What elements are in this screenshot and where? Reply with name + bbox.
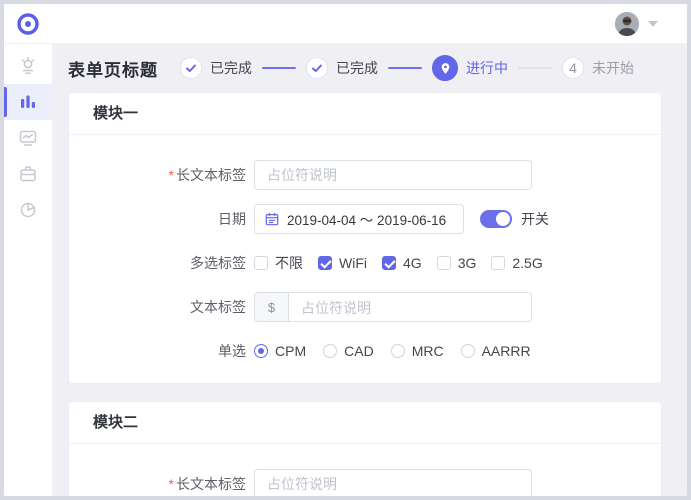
step-1-done: 已完成	[180, 57, 252, 79]
step-check-circle	[180, 57, 202, 79]
field-label: 多选标签	[93, 253, 246, 273]
sidebar-item-lamp[interactable]	[4, 48, 52, 84]
monitor-chart-icon	[18, 128, 38, 148]
card-body: *长文本标签 日期	[69, 135, 661, 383]
card-module-1: 模块一 *长文本标签 日期	[68, 92, 662, 384]
currency-input[interactable]	[289, 293, 531, 322]
field-label: *长文本标签	[93, 165, 246, 185]
step-connector	[518, 67, 552, 69]
step-label: 进行中	[466, 58, 508, 78]
sidebar-item-briefcase[interactable]	[4, 156, 52, 192]
check-icon	[311, 62, 323, 74]
app-body: 表单页标题 已完成 已完成	[4, 44, 687, 496]
checkbox-icon	[318, 256, 332, 270]
sidebar-item-bar-chart[interactable]	[4, 84, 52, 120]
long-text-input[interactable]	[254, 469, 532, 496]
calendar-icon	[265, 212, 279, 226]
form-row-text: 文本标签 $	[93, 292, 637, 322]
field-label: *长文本标签	[93, 474, 246, 494]
card-title: 模块二	[69, 402, 661, 444]
target-logo-icon	[15, 11, 41, 37]
step-pin-circle	[432, 55, 458, 81]
field-label: 日期	[93, 209, 246, 229]
checkbox-icon	[491, 256, 505, 270]
page-title: 表单页标题	[68, 56, 158, 81]
step-label: 已完成	[210, 58, 252, 78]
checkbox-3g[interactable]: 3G	[437, 255, 477, 271]
form-row-long-text: *长文本标签	[93, 160, 637, 190]
app-frame: 表单页标题 已完成 已完成	[0, 0, 691, 500]
sidebar-item-pie-chart[interactable]	[4, 192, 52, 228]
chevron-down-icon	[648, 21, 658, 27]
step-4-pending: 4 未开始	[562, 57, 634, 79]
radio-group: CPM CAD MRC	[254, 343, 548, 359]
field-label: 文本标签	[93, 297, 246, 317]
currency-input-group: $	[254, 292, 532, 322]
checkbox-4g[interactable]: 4G	[382, 255, 422, 271]
long-text-input[interactable]	[254, 160, 532, 190]
sidebar-item-monitor-chart[interactable]	[4, 120, 52, 156]
radio-icon	[254, 344, 268, 358]
checkbox-icon	[437, 256, 451, 270]
radio-mrc[interactable]: MRC	[391, 343, 444, 359]
radio-aarrr[interactable]: AARRR	[461, 343, 531, 359]
card-body: *长文本标签	[69, 444, 661, 496]
main-content: 表单页标题 已完成 已完成	[52, 44, 687, 496]
lamp-icon	[18, 56, 38, 76]
radio-icon	[461, 344, 475, 358]
briefcase-icon	[18, 164, 38, 184]
bar-chart-icon	[19, 93, 37, 111]
location-pin-icon	[439, 62, 452, 75]
step-number: 4	[569, 60, 577, 76]
step-connector	[388, 67, 422, 69]
form-row-radio: 单选 CPM CAD	[93, 336, 637, 366]
radio-icon	[391, 344, 405, 358]
form-row-long-text: *长文本标签	[93, 469, 637, 496]
checkbox-icon	[254, 256, 268, 270]
step-label: 已完成	[336, 58, 378, 78]
radio-cpm[interactable]: CPM	[254, 343, 306, 359]
sidebar	[4, 44, 52, 496]
checkbox-2-5g[interactable]: 2.5G	[491, 255, 542, 271]
required-asterisk: *	[169, 167, 174, 183]
topbar	[4, 4, 687, 44]
currency-prefix: $	[255, 293, 289, 321]
step-label: 未开始	[592, 58, 634, 78]
field-label: 单选	[93, 341, 246, 361]
card-module-2: 模块二 *长文本标签	[68, 401, 662, 496]
step-number-circle: 4	[562, 57, 584, 79]
app-logo[interactable]	[4, 11, 52, 37]
step-3-current: 进行中	[432, 55, 508, 81]
checkbox-icon	[382, 256, 396, 270]
form-row-date: 日期 2019-04-04 ～ 2019-	[93, 204, 637, 234]
avatar[interactable]	[615, 12, 639, 36]
user-menu[interactable]	[615, 12, 687, 36]
step-2-done: 已完成	[306, 57, 378, 79]
switch-label: 开关	[521, 209, 549, 229]
toggle-switch[interactable]	[480, 210, 512, 228]
check-icon	[185, 62, 197, 74]
card-title: 模块一	[69, 93, 661, 135]
app-shell: 表单页标题 已完成 已完成	[4, 4, 687, 496]
switch-knob	[496, 212, 510, 226]
date-range-picker[interactable]: 2019-04-04 ～ 2019-06-16	[254, 204, 464, 234]
steps: 已完成 已完成	[180, 55, 634, 81]
radio-cad[interactable]: CAD	[323, 343, 374, 359]
checkbox-bu-xian[interactable]: 不限	[254, 253, 303, 273]
page-header: 表单页标题 已完成 已完成	[68, 44, 662, 92]
user-photo-icon	[615, 12, 639, 36]
step-connector	[262, 67, 296, 69]
date-range-value: 2019-04-04 ～ 2019-06-16	[287, 209, 446, 229]
step-check-circle	[306, 57, 328, 79]
checkbox-group: 不限 WiFi 4G	[254, 253, 558, 273]
required-asterisk: *	[169, 476, 174, 492]
pie-chart-icon	[18, 200, 38, 220]
radio-icon	[323, 344, 337, 358]
form-row-multi-select: 多选标签 不限 WiFi	[93, 248, 637, 278]
checkbox-wifi[interactable]: WiFi	[318, 255, 367, 271]
